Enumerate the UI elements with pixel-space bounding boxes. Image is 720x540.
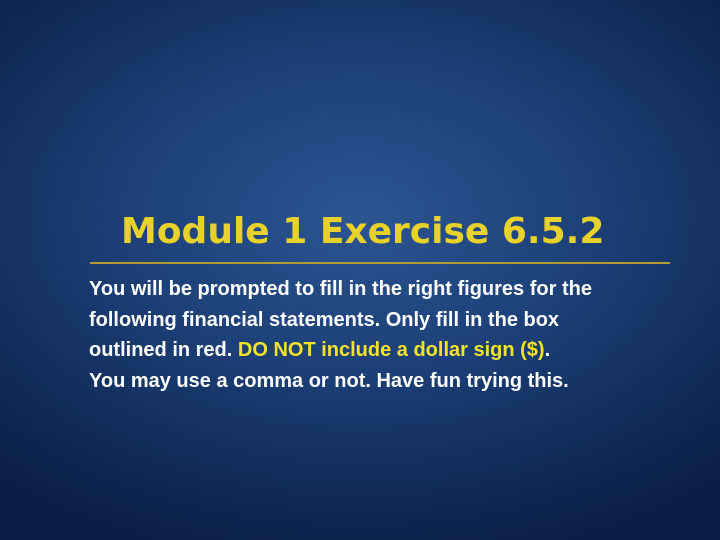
body-line-3-suffix: . bbox=[544, 339, 551, 361]
slide-body: You will be prompted to fill in the righ… bbox=[89, 274, 679, 396]
title-divider bbox=[90, 262, 670, 264]
body-line-3: outlined in red. DO NOT include a dollar… bbox=[89, 335, 679, 366]
dollar-sign-warning: DO NOT include a dollar sign ($) bbox=[237, 339, 545, 361]
body-line-3-prefix: outlined in red. bbox=[89, 339, 238, 361]
slide-title: Module 1 Exercise 6.5.2 bbox=[121, 211, 605, 252]
body-line-2: following financial statements. Only fil… bbox=[89, 308, 560, 331]
body-line-1: You will be prompted to fill in the righ… bbox=[89, 278, 592, 300]
slide: Module 1 Exercise 6.5.2 You will be prom… bbox=[0, 0, 720, 540]
body-line-4: You may use a comma or not. Have fun try… bbox=[89, 369, 569, 392]
